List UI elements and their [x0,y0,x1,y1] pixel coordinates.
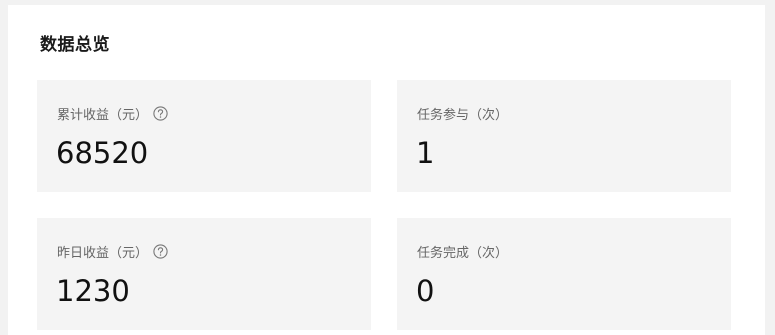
card-label-row: 累计收益（元） [57,104,168,123]
card-total-earnings: 累计收益（元） 68520 [37,80,371,192]
card-label: 任务完成（次） [417,245,509,261]
card-task-completion: 任务完成（次） 0 [397,218,731,330]
card-value: 0 [416,274,435,308]
card-label: 累计收益（元） [57,107,149,123]
card-label-row: 任务完成（次） [417,242,509,261]
card-label-row: 昨日收益（元） [57,242,168,261]
card-label: 昨日收益（元） [57,245,149,261]
card-value: 1230 [56,274,130,308]
question-circle-icon[interactable] [153,105,168,121]
data-overview-panel: 数据总览 累计收益（元） 68520 任务参与（次） 1 昨日收益（元） 123… [8,5,765,335]
card-value: 1 [416,136,435,170]
panel-title: 数据总览 [40,35,110,55]
question-circle-icon[interactable] [153,243,168,259]
card-task-participation: 任务参与（次） 1 [397,80,731,192]
card-label-row: 任务参与（次） [417,104,509,123]
card-label: 任务参与（次） [417,107,509,123]
card-value: 68520 [56,136,149,170]
card-yesterday-earnings: 昨日收益（元） 1230 [37,218,371,330]
